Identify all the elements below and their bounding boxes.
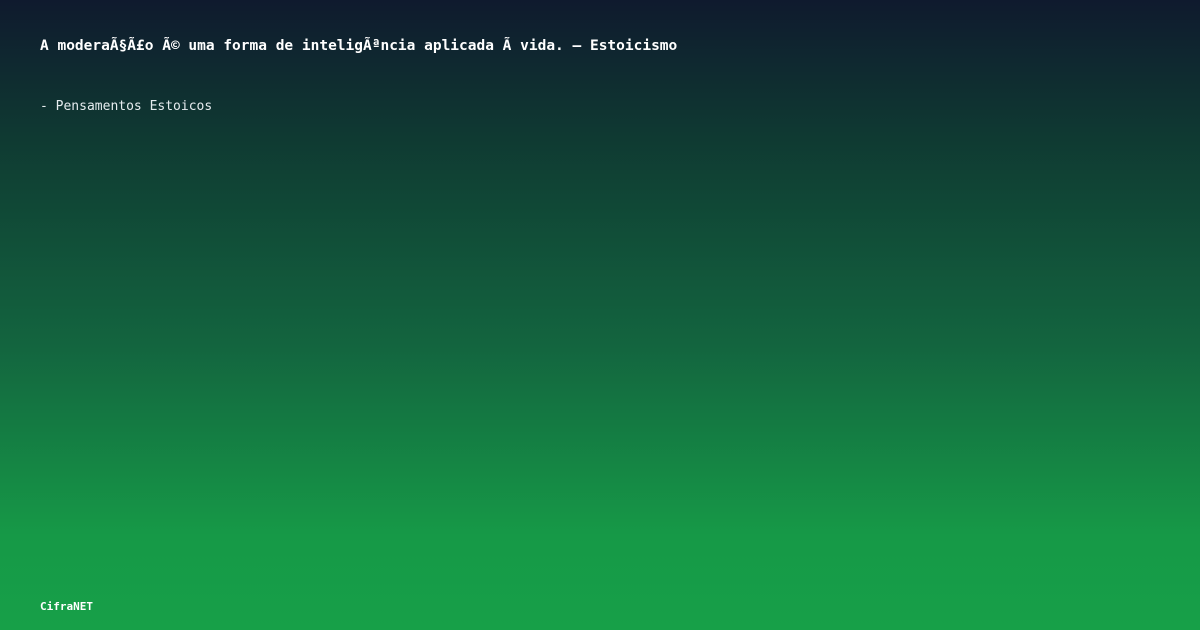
- share-card: A moderaÃ§Ã£o Ã© uma forma de inteligÃªn…: [0, 0, 1200, 630]
- quote-text: A moderaÃ§Ã£o Ã© uma forma de inteligÃªn…: [40, 38, 678, 54]
- brand-name: CifraNET: [40, 600, 93, 613]
- attribution-text: - Pensamentos Estoicos: [40, 99, 213, 114]
